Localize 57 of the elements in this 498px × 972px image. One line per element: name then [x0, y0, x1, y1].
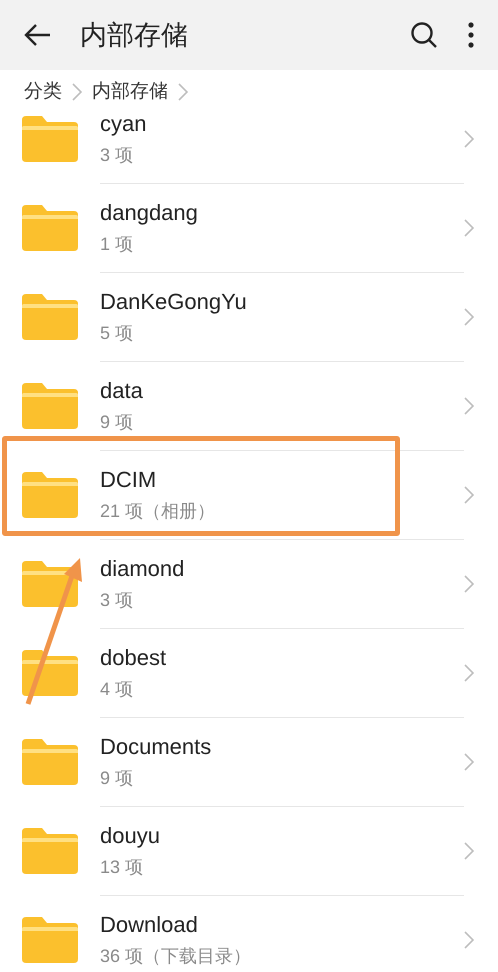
chevron-icon: [464, 396, 474, 414]
folder-icon: [22, 116, 78, 162]
folder-row[interactable]: diamond 3 项: [0, 539, 498, 628]
chevron-icon: [464, 218, 474, 236]
breadcrumb-item[interactable]: 分类: [24, 78, 62, 106]
item-count: 36 项（下载目录）: [100, 945, 252, 968]
folder-row[interactable]: data 9 项: [0, 361, 498, 450]
folder-icon: [22, 472, 78, 518]
item-count: 1 项: [100, 233, 134, 256]
folder-row[interactable]: dangdang 1 项: [0, 183, 498, 272]
folder-row[interactable]: dobest 4 项: [0, 628, 498, 717]
item-count: 3 项: [100, 589, 134, 612]
folder-row[interactable]: DCIM 21 项（相册）: [0, 450, 498, 539]
folder-icon: [22, 204, 78, 250]
item-count: 9 项: [100, 411, 134, 434]
item-count: 9 项: [100, 767, 134, 790]
folder-name: dangdang: [100, 199, 199, 227]
folder-icon: [22, 738, 78, 784]
folder-name: Download: [100, 911, 199, 939]
folder-row[interactable]: cyan 3 项: [0, 114, 498, 183]
chevron-icon: [464, 842, 474, 860]
folder-icon: [22, 650, 78, 696]
folder-name: diamond: [100, 555, 186, 583]
item-count: 4 项: [100, 678, 134, 701]
chevron-icon: [464, 752, 474, 770]
back-icon[interactable]: [24, 23, 52, 47]
page-title: 内部存储: [80, 18, 188, 52]
folder-icon: [22, 828, 78, 874]
item-count: 5 项: [100, 322, 134, 345]
folder-row[interactable]: DanKeGongYu 5 项: [0, 272, 498, 361]
breadcrumb-chevron-icon: [178, 83, 188, 101]
breadcrumb-item[interactable]: 内部存储: [92, 78, 168, 106]
chevron-icon: [464, 930, 474, 948]
folder-row[interactable]: Documents 9 项: [0, 717, 498, 806]
chevron-icon: [464, 664, 474, 682]
chevron-icon: [464, 486, 474, 504]
folder-name: douyu: [100, 822, 161, 850]
item-count: 3 项: [100, 144, 134, 166]
chevron-icon: [464, 308, 474, 326]
folder-row[interactable]: douyu 13 项: [0, 806, 498, 895]
breadcrumb-chevron-icon: [72, 83, 82, 101]
folder-name: Documents: [100, 733, 212, 761]
search-icon[interactable]: [410, 21, 438, 49]
more-icon[interactable]: [468, 22, 474, 48]
folder-name: data: [100, 377, 144, 405]
folder-name: DanKeGongYu: [100, 288, 248, 316]
folder-icon: [22, 294, 78, 340]
folder-row[interactable]: Download 36 项（下载目录）: [0, 895, 498, 972]
folder-name: DCIM: [100, 466, 158, 494]
chevron-icon: [464, 130, 474, 148]
folder-icon: [22, 916, 78, 962]
item-count: 13 项: [100, 856, 144, 879]
chevron-icon: [464, 574, 474, 592]
folder-name: cyan: [100, 114, 148, 138]
folder-icon: [22, 382, 78, 428]
folder-name: dobest: [100, 644, 168, 672]
item-count: 21 项（相册）: [100, 500, 216, 523]
